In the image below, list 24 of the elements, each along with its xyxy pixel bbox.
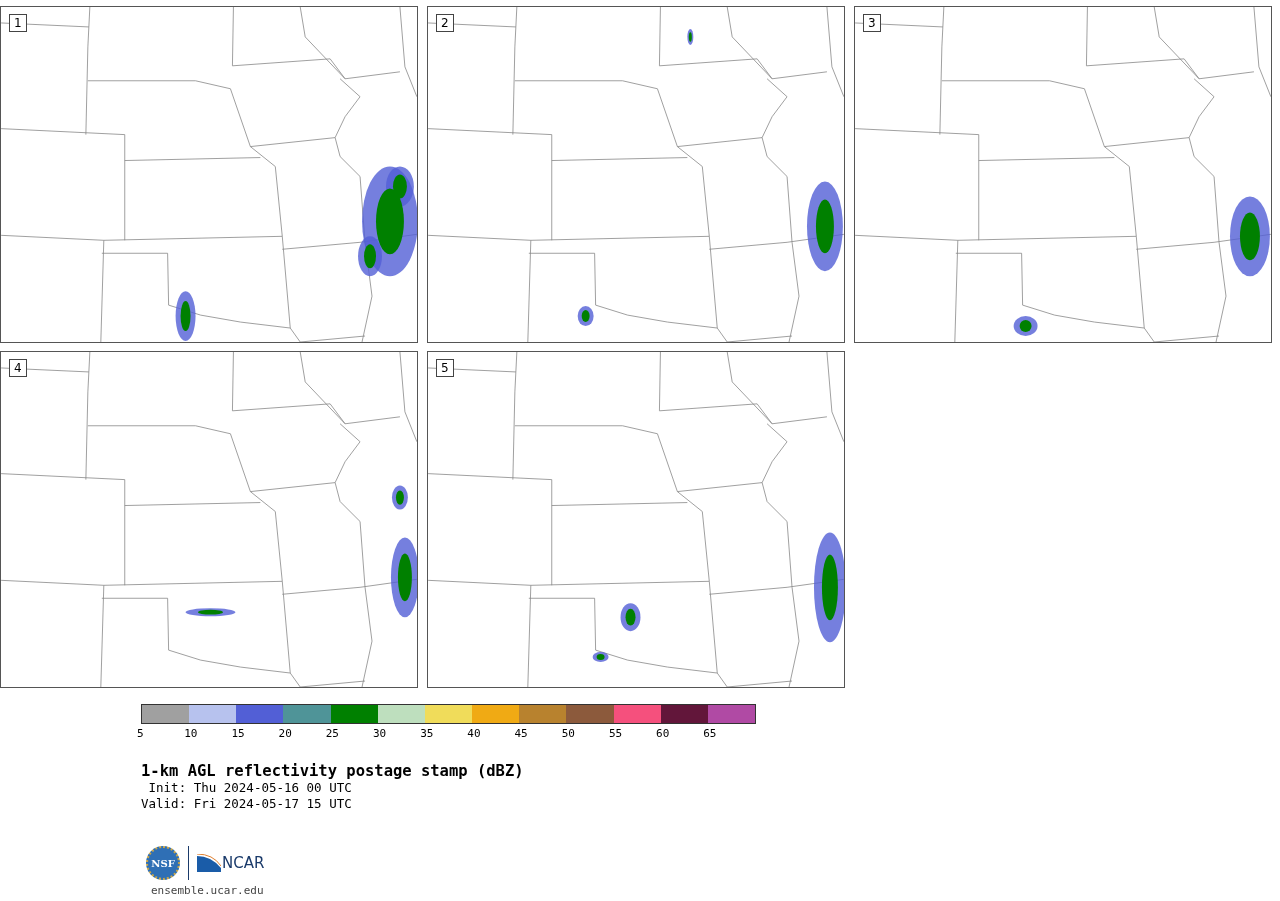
website-url: ensemble.ucar.edu (151, 884, 265, 897)
panel-number: 5 (436, 359, 454, 377)
tick-label: 65 (703, 726, 718, 742)
chart-title: 1-km AGL reflectivity postage stamp (dBZ) (141, 762, 525, 780)
tick-label: 35 (420, 726, 435, 742)
init-time: Init: Thu 2024-05-16 00 UTC (147, 780, 353, 796)
valid-time: Valid: Fri 2024-05-17 15 UTC (141, 796, 353, 812)
tick-label: 60 (656, 726, 671, 742)
tick-label: 45 (514, 726, 529, 742)
tick-label: 40 (467, 726, 482, 742)
tick-label: 20 (278, 726, 293, 742)
panel-number: 2 (436, 14, 454, 32)
tick-label: 50 (561, 726, 576, 742)
tick-label: 30 (372, 726, 388, 742)
panel-number: 3 (863, 14, 881, 32)
tick-label: 55 (608, 726, 624, 742)
tick-label: 10 (184, 726, 199, 742)
tick-label: 5 (137, 726, 145, 742)
ncar-logo: NCAR (197, 854, 265, 872)
nsf-logo: NSF (146, 846, 180, 880)
panel-number: 1 (9, 14, 27, 32)
tick-label: 25 (325, 726, 340, 742)
panel-number: 4 (9, 359, 27, 377)
tick-label: 15 (231, 726, 246, 742)
